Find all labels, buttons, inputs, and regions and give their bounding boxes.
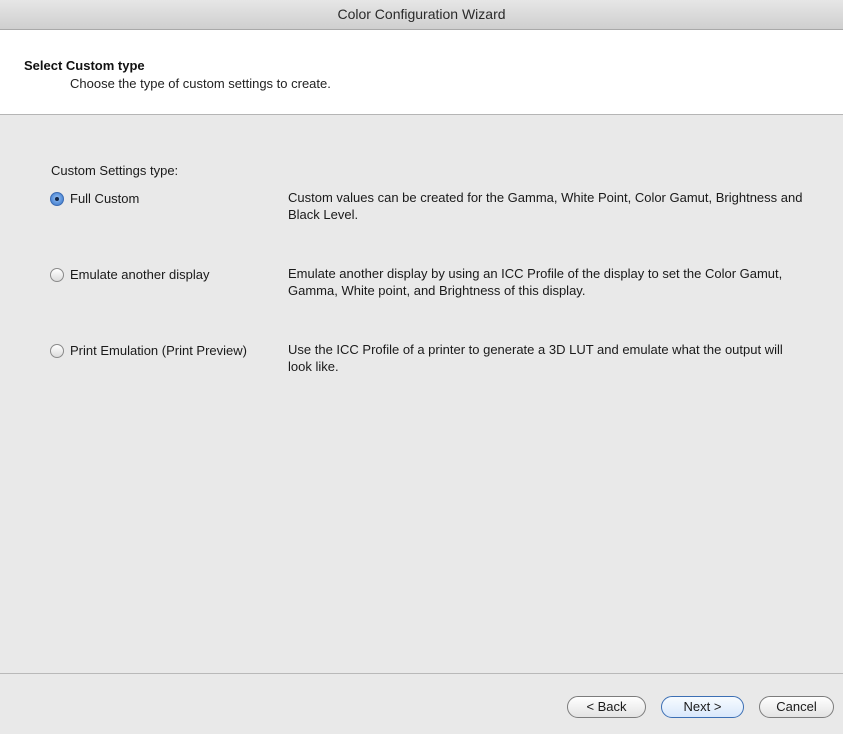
full-custom-description: Custom values can be created for the Gam… <box>288 190 803 222</box>
page-title: Select Custom type <box>24 58 145 73</box>
title-bar[interactable]: Color Configuration Wizard <box>0 0 843 30</box>
print-emulation-radio[interactable] <box>50 344 64 358</box>
radio-selected-dot <box>55 197 59 201</box>
emulate-display-label[interactable]: Emulate another display <box>70 267 209 282</box>
print-emulation-description: Use the ICC Profile of a printer to gene… <box>288 342 783 374</box>
emulate-display-description: Emulate another display by using an ICC … <box>288 266 783 298</box>
window-title: Color Configuration Wizard <box>337 6 506 22</box>
custom-settings-type-label: Custom Settings type: <box>51 163 179 178</box>
emulate-display-radio[interactable] <box>50 268 64 282</box>
back-button[interactable]: < Back <box>567 696 646 718</box>
print-emulation-label[interactable]: Print Emulation (Print Preview) <box>70 343 247 358</box>
page-subtitle: Choose the type of custom settings to cr… <box>70 76 331 91</box>
full-custom-label[interactable]: Full Custom <box>70 191 139 206</box>
wizard-footer: < Back Next > Cancel <box>0 674 843 734</box>
full-custom-radio[interactable] <box>50 192 64 206</box>
wizard-content: Custom Settings type: Full Custom Custom… <box>0 115 843 673</box>
cancel-button[interactable]: Cancel <box>759 696 834 718</box>
next-button[interactable]: Next > <box>661 696 744 718</box>
wizard-header: Select Custom type Choose the type of cu… <box>0 30 843 115</box>
wizard-window: Color Configuration Wizard Select Custom… <box>0 0 843 734</box>
